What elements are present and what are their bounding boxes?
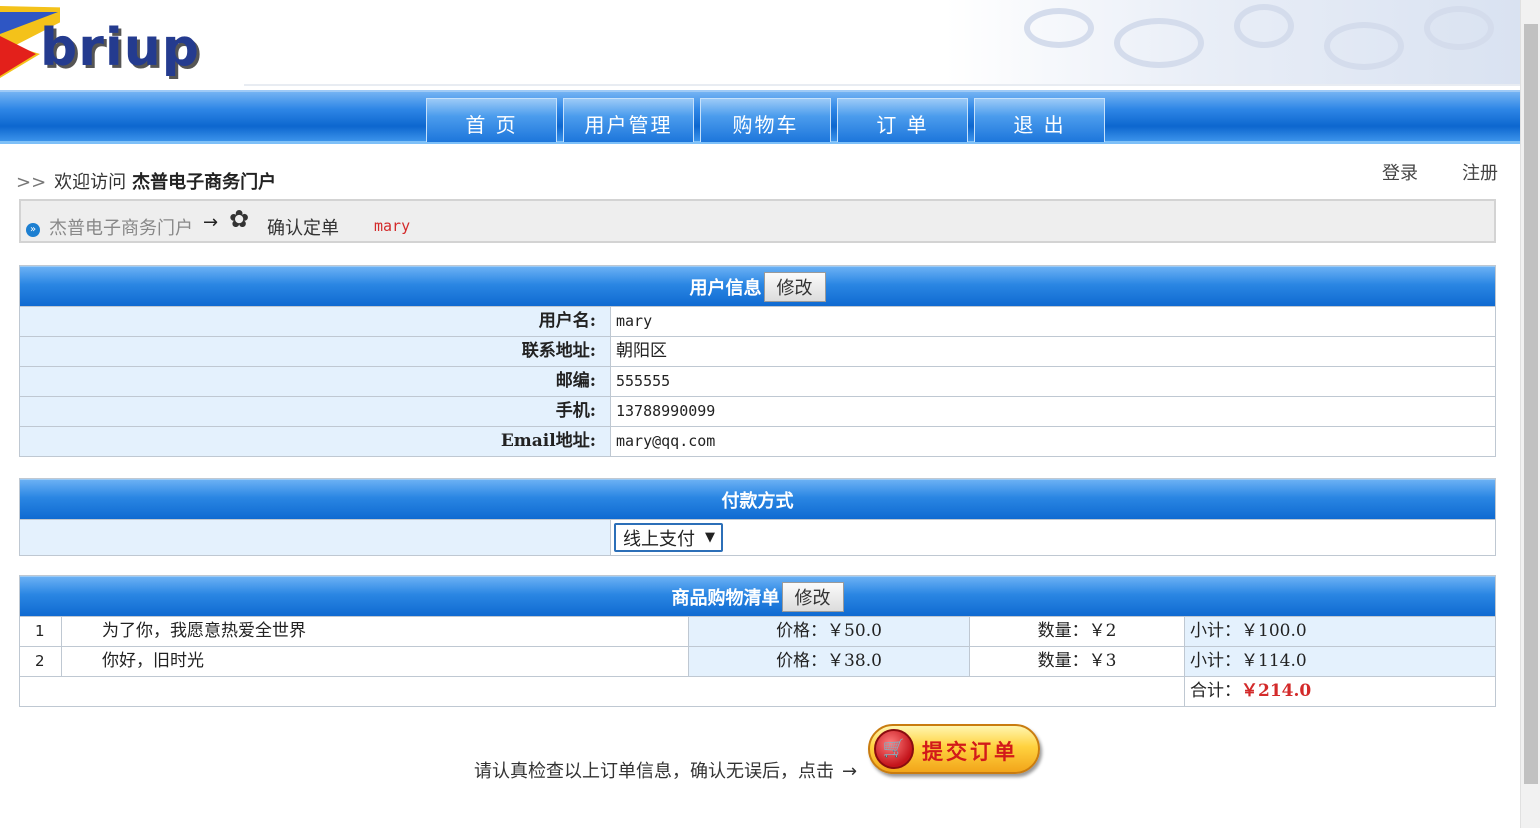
register-link[interactable]: 注册	[1462, 163, 1498, 184]
total-label: 合计：	[1190, 681, 1241, 701]
phone-label: 手机:	[20, 397, 611, 426]
user-info-row: 用户名: mary	[20, 306, 1495, 336]
cart-total-row: 合计：￥214.0	[20, 676, 1495, 706]
vertical-scrollbar[interactable]	[1520, 0, 1540, 828]
cloud-decoration	[1324, 22, 1404, 70]
zipcode-value: 555555	[616, 372, 671, 390]
item-price: 价格：￥38.0	[689, 647, 970, 676]
welcome-prefix: 欢迎访问	[54, 172, 127, 193]
username-label: 用户名:	[20, 307, 611, 336]
cart-title: 商品购物清单	[671, 587, 780, 609]
edit-user-info-button[interactable]: 修改	[763, 271, 826, 302]
cart-total: 合计：￥214.0	[1185, 677, 1495, 706]
scrollbar-thumb[interactable]	[1524, 24, 1538, 784]
double-chevron-icon: >>	[16, 172, 47, 193]
user-info-title: 用户信息	[689, 277, 762, 299]
email-value: mary@qq.com	[616, 432, 716, 450]
confirm-text: 请认真检查以上订单信息，确认无误后，点击	[474, 761, 834, 782]
item-subtotal: 小计：￥114.0	[1185, 647, 1495, 676]
breadcrumb-arrow: →	[203, 212, 219, 233]
payment-title: 付款方式	[721, 490, 794, 512]
item-number: 1	[20, 617, 62, 646]
payment-header: 付款方式	[20, 479, 1495, 519]
payment-method-value: 线上支付	[623, 528, 695, 550]
user-info-panel: 用户信息 修改 用户名: mary 联系地址: 朝阳区 邮编: 555555 手…	[19, 265, 1496, 457]
caret-down-icon: ▼	[705, 530, 715, 545]
item-subtotal: 小计：￥100.0	[1185, 617, 1495, 646]
cloud-decoration	[1234, 4, 1294, 48]
user-info-row: 手机: 13788990099	[20, 396, 1495, 426]
cart-item-row: 2 你好，旧时光 价格：￥38.0 数量：￥3 小计：￥114.0	[20, 646, 1495, 676]
nav-tab-logout[interactable]: 退 出	[974, 98, 1105, 142]
breadcrumb-home[interactable]: 杰普电子商务门户	[49, 214, 193, 240]
nav-tab-cart[interactable]: 购物车	[700, 98, 831, 142]
logo-text: briup	[40, 18, 200, 78]
email-label: Email地址:	[20, 427, 611, 456]
login-link[interactable]: 登录	[1382, 163, 1418, 184]
submit-order-label: 提交订单	[922, 739, 1018, 764]
phone-value: 13788990099	[616, 402, 716, 420]
confirm-instruction: 请认真检查以上订单信息，确认无误后，点击 →	[474, 757, 857, 783]
shopping-cart-icon: 🛒	[874, 729, 914, 769]
item-name: 为了你，我愿意热爱全世界	[62, 617, 689, 646]
username-value: mary	[616, 312, 653, 330]
breadcrumb-username: mary	[374, 217, 411, 235]
welcome-message: >> 欢迎访问 杰普电子商务门户	[16, 168, 276, 194]
arrow-circle-icon: »	[26, 223, 40, 237]
user-info-row: 邮编: 555555	[20, 366, 1495, 396]
payment-label-cell	[20, 520, 611, 555]
payment-panel: 付款方式 线上支付 ▼	[19, 478, 1496, 556]
breadcrumb: » 杰普电子商务门户 → ✿ 确认定单 mary	[19, 199, 1496, 243]
welcome-site-name: 杰普电子商务门户	[132, 172, 277, 193]
user-info-row: 联系地址: 朝阳区	[20, 336, 1495, 366]
nav-tab-home[interactable]: 首 页	[426, 98, 557, 142]
cart-item-row: 1 为了你，我愿意热爱全世界 价格：￥50.0 数量：￥2 小计：￥100.0	[20, 616, 1495, 646]
main-nav: 首 页 用户管理 购物车 订 单 退 出	[0, 90, 1520, 144]
gear-figure-icon: ✿	[229, 205, 250, 233]
right-arrow-icon: →	[842, 761, 858, 782]
item-number: 2	[20, 647, 62, 676]
item-quantity: 数量：￥2	[970, 617, 1185, 646]
breadcrumb-current: 确认定单	[267, 218, 339, 239]
payment-row: 线上支付 ▼	[20, 519, 1495, 555]
cloud-decoration	[1424, 6, 1494, 50]
page-header: briup	[0, 0, 1520, 90]
address-value: 朝阳区	[616, 341, 667, 361]
item-name: 你好，旧时光	[62, 647, 689, 676]
total-value: ￥214.0	[1241, 681, 1312, 701]
payment-method-select[interactable]: 线上支付 ▼	[614, 523, 723, 552]
cloud-decoration	[1114, 18, 1204, 68]
briup-logo[interactable]: briup	[0, 0, 244, 88]
user-info-header: 用户信息 修改	[20, 266, 1495, 306]
account-links: 登录 注册	[1338, 159, 1498, 185]
user-info-row: Email地址: mary@qq.com	[20, 426, 1495, 456]
payment-select-cell: 线上支付 ▼	[611, 520, 1495, 555]
address-label: 联系地址:	[20, 337, 611, 366]
item-price: 价格：￥50.0	[689, 617, 970, 646]
total-spacer	[20, 677, 1185, 706]
cart-panel: 商品购物清单 修改 1 为了你，我愿意热爱全世界 价格：￥50.0 数量：￥2 …	[19, 575, 1496, 707]
submit-order-button[interactable]: 🛒 提交订单	[868, 724, 1040, 774]
header-banner	[244, 0, 1520, 86]
nav-tab-user-management[interactable]: 用户管理	[563, 98, 694, 142]
item-quantity: 数量：￥3	[970, 647, 1185, 676]
cart-header: 商品购物清单 修改	[20, 576, 1495, 616]
zipcode-label: 邮编:	[20, 367, 611, 396]
nav-tab-orders[interactable]: 订 单	[837, 98, 968, 142]
edit-cart-button[interactable]: 修改	[781, 581, 844, 612]
cloud-decoration	[1024, 8, 1094, 48]
